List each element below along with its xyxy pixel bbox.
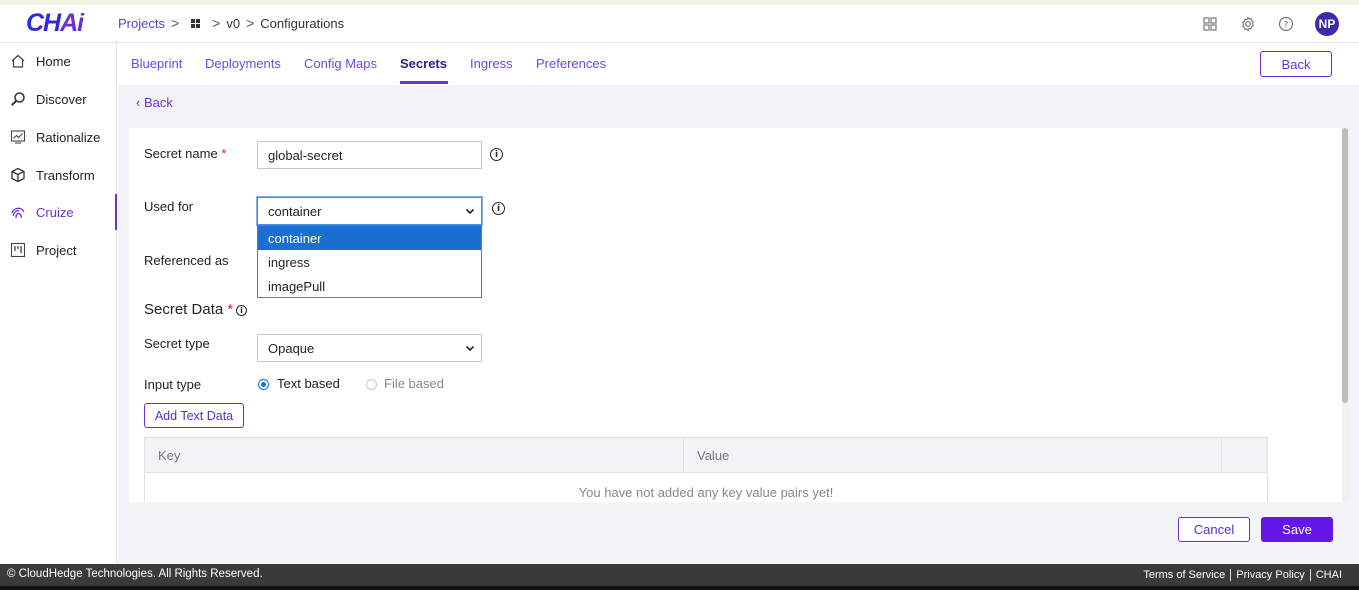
file-based-label: File based xyxy=(384,376,444,391)
app-header: CHAi Projects > > v0 > Configurations ? … xyxy=(0,5,1359,43)
chai-logo[interactable]: CHAi xyxy=(26,9,84,38)
option-container[interactable]: container xyxy=(258,226,481,250)
chai-link[interactable]: CHAI xyxy=(1309,569,1347,581)
breadcrumb: Projects > > v0 > Configurations xyxy=(118,15,344,31)
tab-preferences[interactable]: Preferences xyxy=(536,56,606,71)
privacy-link[interactable]: Privacy Policy xyxy=(1230,569,1309,581)
header-actions: ? NP xyxy=(1201,12,1339,36)
secret-name-input[interactable]: global-secret xyxy=(257,141,482,169)
sidebar-item-discover[interactable]: Discover xyxy=(0,81,117,117)
sidebar-item-home[interactable]: Home xyxy=(0,43,117,79)
copyright-text: © CloudHedge Technologies. All Rights Re… xyxy=(7,568,263,580)
cancel-button[interactable]: Cancel xyxy=(1178,517,1250,542)
empty-table-message: You have not added any key value pairs y… xyxy=(578,485,834,500)
apps-icon[interactable] xyxy=(1201,15,1219,33)
board-icon xyxy=(10,242,26,258)
back-button[interactable]: Back xyxy=(1260,51,1332,77)
option-ingress[interactable]: ingress xyxy=(258,250,481,274)
breadcrumb-current: Configurations xyxy=(260,15,345,31)
tab-deployments[interactable]: Deployments xyxy=(205,56,281,71)
sidebar-item-label: Home xyxy=(36,53,71,69)
used-for-select[interactable]: container xyxy=(257,197,482,225)
used-for-value: container xyxy=(268,203,322,219)
sidebar-item-cruize[interactable]: Cruize xyxy=(0,194,117,230)
secret-data-heading-text: Secret Data xyxy=(144,301,224,318)
avatar[interactable]: NP xyxy=(1315,12,1339,36)
tab-bar: Blueprint Deployments Config Maps Secret… xyxy=(118,43,1359,85)
grid-icon[interactable] xyxy=(191,18,201,28)
text-based-label: Text based xyxy=(277,376,340,391)
secret-type-value: Opaque xyxy=(268,340,315,356)
cube-icon xyxy=(10,167,26,183)
sidebar-item-transform[interactable]: Transform xyxy=(0,157,117,193)
bottom-bar xyxy=(0,586,1359,590)
chevron-right-icon: > xyxy=(170,15,180,31)
input-type-label: Input type xyxy=(144,377,202,392)
home-icon xyxy=(10,53,26,69)
secret-type-select[interactable]: Opaque xyxy=(257,334,482,362)
back-link[interactable]: ‹ Back xyxy=(136,95,173,110)
table-header: Key Value xyxy=(145,438,1267,473)
tab-blueprint[interactable]: Blueprint xyxy=(131,56,182,71)
info-icon[interactable]: i xyxy=(490,148,503,161)
footer: © CloudHedge Technologies. All Rights Re… xyxy=(0,564,1359,586)
chevron-down-icon xyxy=(465,345,475,352)
breadcrumb-version[interactable]: v0 xyxy=(226,16,240,31)
chevron-left-icon: ‹ xyxy=(136,95,144,110)
chevron-right-icon: > xyxy=(246,15,255,31)
required-mark: * xyxy=(221,146,227,161)
save-button[interactable]: Save xyxy=(1261,517,1333,542)
chevron-right-icon: > xyxy=(212,15,221,31)
help-icon[interactable]: ? xyxy=(1277,15,1295,33)
sidebar-item-project[interactable]: Project xyxy=(0,232,117,268)
radio-file-based[interactable] xyxy=(366,379,377,390)
sidebar-item-label: Project xyxy=(36,242,77,258)
column-value: Value xyxy=(697,448,730,463)
search-icon xyxy=(10,91,26,107)
add-text-data-button[interactable]: Add Text Data xyxy=(144,403,244,428)
column-divider xyxy=(683,438,684,473)
used-for-label: Used for xyxy=(144,199,194,214)
secret-name-label: Secret name * xyxy=(144,146,226,161)
fingerprint-icon xyxy=(10,204,26,220)
column-key: Key xyxy=(158,448,181,463)
info-icon[interactable]: i xyxy=(492,202,505,215)
gear-icon[interactable] xyxy=(1239,15,1257,33)
column-divider xyxy=(1221,438,1222,473)
footer-links: Terms of Service Privacy Policy CHAI xyxy=(1138,569,1347,581)
tab-ingress[interactable]: Ingress xyxy=(470,56,513,71)
key-value-table: Key Value You have not added any key val… xyxy=(144,437,1268,502)
svg-text:?: ? xyxy=(1284,21,1289,31)
info-icon[interactable]: i xyxy=(236,305,247,316)
back-link-label: Back xyxy=(143,95,173,110)
sidebar-item-label: Transform xyxy=(36,167,95,183)
required-mark: * xyxy=(227,301,234,318)
radio-text-based[interactable] xyxy=(258,379,269,390)
sidebar-item-label: Rationalize xyxy=(36,129,101,145)
secret-form-panel: Secret name * global-secret i Used for c… xyxy=(129,128,1342,502)
tab-config-maps[interactable]: Config Maps xyxy=(304,56,377,71)
tab-secrets[interactable]: Secrets xyxy=(400,56,447,71)
sidebar-item-rationalize[interactable]: Rationalize xyxy=(0,119,117,155)
main-content: Blueprint Deployments Config Maps Secret… xyxy=(118,43,1359,564)
sidebar-item-label: Cruize xyxy=(36,204,74,220)
secret-name-label-text: Secret name xyxy=(144,146,218,161)
active-tab-indicator xyxy=(400,81,448,84)
terms-link[interactable]: Terms of Service xyxy=(1138,569,1230,581)
secret-type-label: Secret type xyxy=(144,336,210,351)
chevron-down-icon xyxy=(465,208,475,215)
chart-icon xyxy=(10,129,26,145)
secret-data-heading: Secret Data * xyxy=(144,301,233,318)
scrollbar-thumb[interactable] xyxy=(1342,128,1348,403)
option-imagepull[interactable]: imagePull xyxy=(258,274,481,298)
sidebar: Home Discover Rationalize Transform Crui… xyxy=(0,43,117,564)
breadcrumb-projects[interactable]: Projects xyxy=(118,16,165,31)
used-for-dropdown: container ingress imagePull xyxy=(257,225,482,298)
referenced-as-label: Referenced as xyxy=(144,253,229,268)
sidebar-item-label: Discover xyxy=(36,91,87,107)
